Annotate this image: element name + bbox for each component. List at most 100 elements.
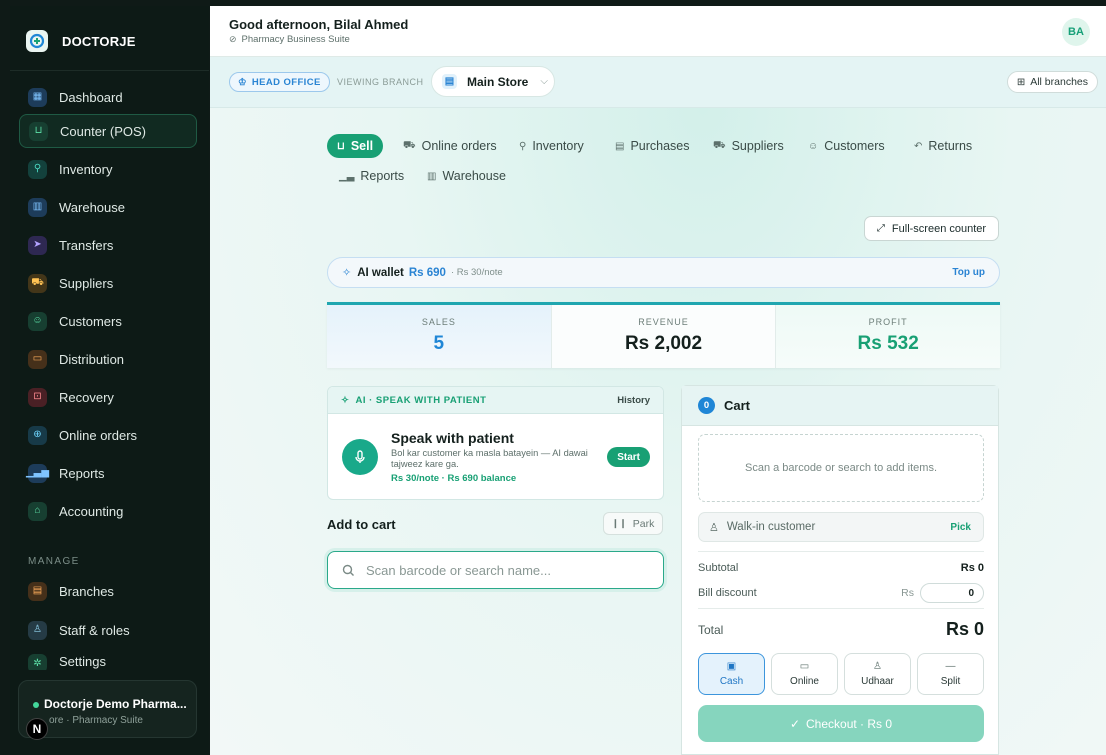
store-icon: ▤ xyxy=(28,581,47,601)
sidebar-item-suppliers[interactable]: ⛟ Suppliers xyxy=(19,266,197,300)
manage-section-label: MANAGE xyxy=(28,556,80,567)
total-value: Rs 0 xyxy=(945,619,984,639)
payment-label: Split xyxy=(940,675,961,687)
send-icon: ➤ xyxy=(28,235,47,255)
sidebar-item-distribution[interactable]: ▭ Distribution xyxy=(19,342,197,376)
sidebar: DOCTORJE ▦ Dashboard ⊔ Counter (POS) ⚲ I… xyxy=(10,6,209,755)
sidebar-item-label: Dashboard xyxy=(59,89,123,105)
tab-online-orders[interactable]: ⛟ Online orders xyxy=(403,134,497,158)
tab-inventory[interactable]: ⚲ Inventory xyxy=(519,134,584,158)
checkout-button[interactable]: ✓ Checkout · Rs 0 xyxy=(698,705,984,742)
pos-content: ⊔ Sell ⛟ Online orders ⚲ Inventory ▤ Pur… xyxy=(210,108,1106,755)
bill-discount-input[interactable]: 0 xyxy=(920,583,984,603)
branch-select[interactable]: ▤ Main Store ⌵ xyxy=(431,66,555,97)
pick-customer-button[interactable]: Pick xyxy=(950,522,971,533)
sidebar-item-counter-pos[interactable]: ⊔ Counter (POS) xyxy=(19,114,197,148)
head-office-badge[interactable]: ♔ HEAD OFFICE xyxy=(229,72,330,92)
expand-icon: ⤢ xyxy=(876,223,885,234)
all-branches-button[interactable]: ⊞ All branches xyxy=(1006,71,1098,93)
microphone-icon xyxy=(355,450,365,463)
payment-online-button[interactable]: ▭ Online xyxy=(771,653,838,695)
customer-selector[interactable]: ♙ Walk-in customer Pick xyxy=(698,512,984,542)
search-input[interactable] xyxy=(366,562,646,578)
sidebar-item-label: Customers xyxy=(59,313,122,329)
currency-prefix: Rs xyxy=(901,587,914,599)
sidebar-item-warehouse[interactable]: ▥ Warehouse xyxy=(19,190,197,224)
sidebar-item-label: Settings xyxy=(59,654,106,669)
payment-udhaar-button[interactable]: ♙ Udhaar xyxy=(844,653,911,695)
greeting: Good afternoon, Bilal Ahmed xyxy=(229,17,409,32)
sidebar-item-inventory[interactable]: ⚲ Inventory xyxy=(19,152,197,186)
avatar[interactable]: BA xyxy=(1062,18,1090,46)
sidebar-item-online-orders[interactable]: ⊕ Online orders xyxy=(19,418,197,452)
customer-name: Walk-in customer xyxy=(726,521,816,533)
brand-name: DOCTORJE xyxy=(62,33,136,49)
top-up-link[interactable]: Top up xyxy=(952,267,985,278)
sidebar-item-dashboard[interactable]: ▦ Dashboard xyxy=(19,80,197,114)
ai-card-balance: Rs 30/note · Rs 690 balance xyxy=(391,473,517,484)
tab-label: Suppliers xyxy=(731,139,784,153)
receipt-icon: ▤ xyxy=(615,140,625,152)
sidebar-item-settings[interactable]: ✲ Settings xyxy=(19,652,197,670)
wallet-note: · Rs 30/note xyxy=(450,267,503,278)
stat-label: PROFIT xyxy=(868,317,908,327)
product-search[interactable] xyxy=(327,551,664,589)
tab-warehouse[interactable]: ▥ Warehouse xyxy=(427,164,506,188)
cart-icon: ⊔ xyxy=(29,121,48,141)
sidebar-item-transfers[interactable]: ➤ Transfers xyxy=(19,228,197,262)
chevron-down-icon: ⌵ xyxy=(540,76,548,87)
tab-label: Reports xyxy=(360,169,405,183)
n-badge[interactable]: N xyxy=(26,718,48,740)
sidebar-item-reports[interactable]: ▁▃▅ Reports xyxy=(19,456,197,490)
history-link[interactable]: History xyxy=(617,395,650,406)
cart-count-badge: 0 xyxy=(698,397,715,414)
tab-reports[interactable]: ▁▃ Reports xyxy=(339,164,404,188)
user-roles-icon: ♙ xyxy=(28,620,47,640)
stat-label: SALES xyxy=(421,317,456,327)
sidebar-item-recovery[interactable]: ⊡ Recovery xyxy=(19,380,197,414)
undo-icon: ↶ xyxy=(914,140,923,152)
sidebar-item-branches[interactable]: ▤ Branches xyxy=(19,574,197,608)
tab-customers[interactable]: ☺ Customers xyxy=(808,134,885,158)
tab-label: Inventory xyxy=(532,139,584,153)
subtotal-value: Rs 0 xyxy=(960,562,984,574)
sidebar-item-customers[interactable]: ☺ Customers xyxy=(19,304,197,338)
ai-card-header-label: AI · SPEAK WITH PATIENT xyxy=(355,394,487,406)
cart-icon: ⊔ xyxy=(337,140,345,152)
warehouse-icon: ▥ xyxy=(28,197,47,217)
organization-name: Doctorje Demo Pharma... xyxy=(44,697,187,711)
stat-value: Rs 2,002 xyxy=(624,333,703,354)
pause-icon: ❙❙ xyxy=(611,518,627,528)
user-icon: ♙ xyxy=(873,660,882,672)
sidebar-item-label: Staff & roles xyxy=(59,622,130,638)
payment-split-button[interactable]: — Split xyxy=(917,653,984,695)
stat-value: 5 xyxy=(433,333,445,354)
greeting-subtitle: ⊘ Pharmacy Business Suite xyxy=(229,34,350,45)
sidebar-item-accounting[interactable]: ⌂ Accounting xyxy=(19,494,197,528)
divider xyxy=(10,70,209,71)
brand[interactable]: DOCTORJE xyxy=(26,30,136,52)
sparkle-icon: ✧ xyxy=(341,394,350,406)
sidebar-item-label: Reports xyxy=(59,465,105,481)
full-screen-counter-button[interactable]: ⤢ Full-screen counter xyxy=(864,216,999,241)
tab-purchases[interactable]: ▤ Purchases xyxy=(615,134,690,158)
crown-icon: ♔ xyxy=(238,76,247,88)
cart-header: 0 Cart xyxy=(682,386,998,426)
tab-label: Sell xyxy=(350,139,374,153)
subtitle-text: Pharmacy Business Suite xyxy=(241,34,350,45)
store-icon: ▤ xyxy=(442,74,457,89)
tab-sell[interactable]: ⊔ Sell xyxy=(327,134,384,158)
payment-cash-button[interactable]: ▣ Cash xyxy=(698,653,765,695)
sidebar-item-staff-roles[interactable]: ♙ Staff & roles xyxy=(19,613,197,647)
start-button[interactable]: Start xyxy=(607,447,650,467)
microphone-button[interactable] xyxy=(342,439,378,475)
park-button[interactable]: ❙❙ Park xyxy=(603,512,663,535)
dashboard-icon: ▦ xyxy=(28,87,47,107)
park-label: Park xyxy=(632,517,655,530)
tab-suppliers[interactable]: ⛟ Suppliers xyxy=(713,134,784,158)
wallet-label: AI wallet xyxy=(357,266,404,279)
ai-card-header: ✧ AI · SPEAK WITH PATIENT xyxy=(328,387,663,414)
tab-returns[interactable]: ↶ Returns xyxy=(914,134,972,158)
stat-revenue: REVENUE Rs 2,002 xyxy=(551,305,777,368)
head-office-label: HEAD OFFICE xyxy=(251,76,321,88)
